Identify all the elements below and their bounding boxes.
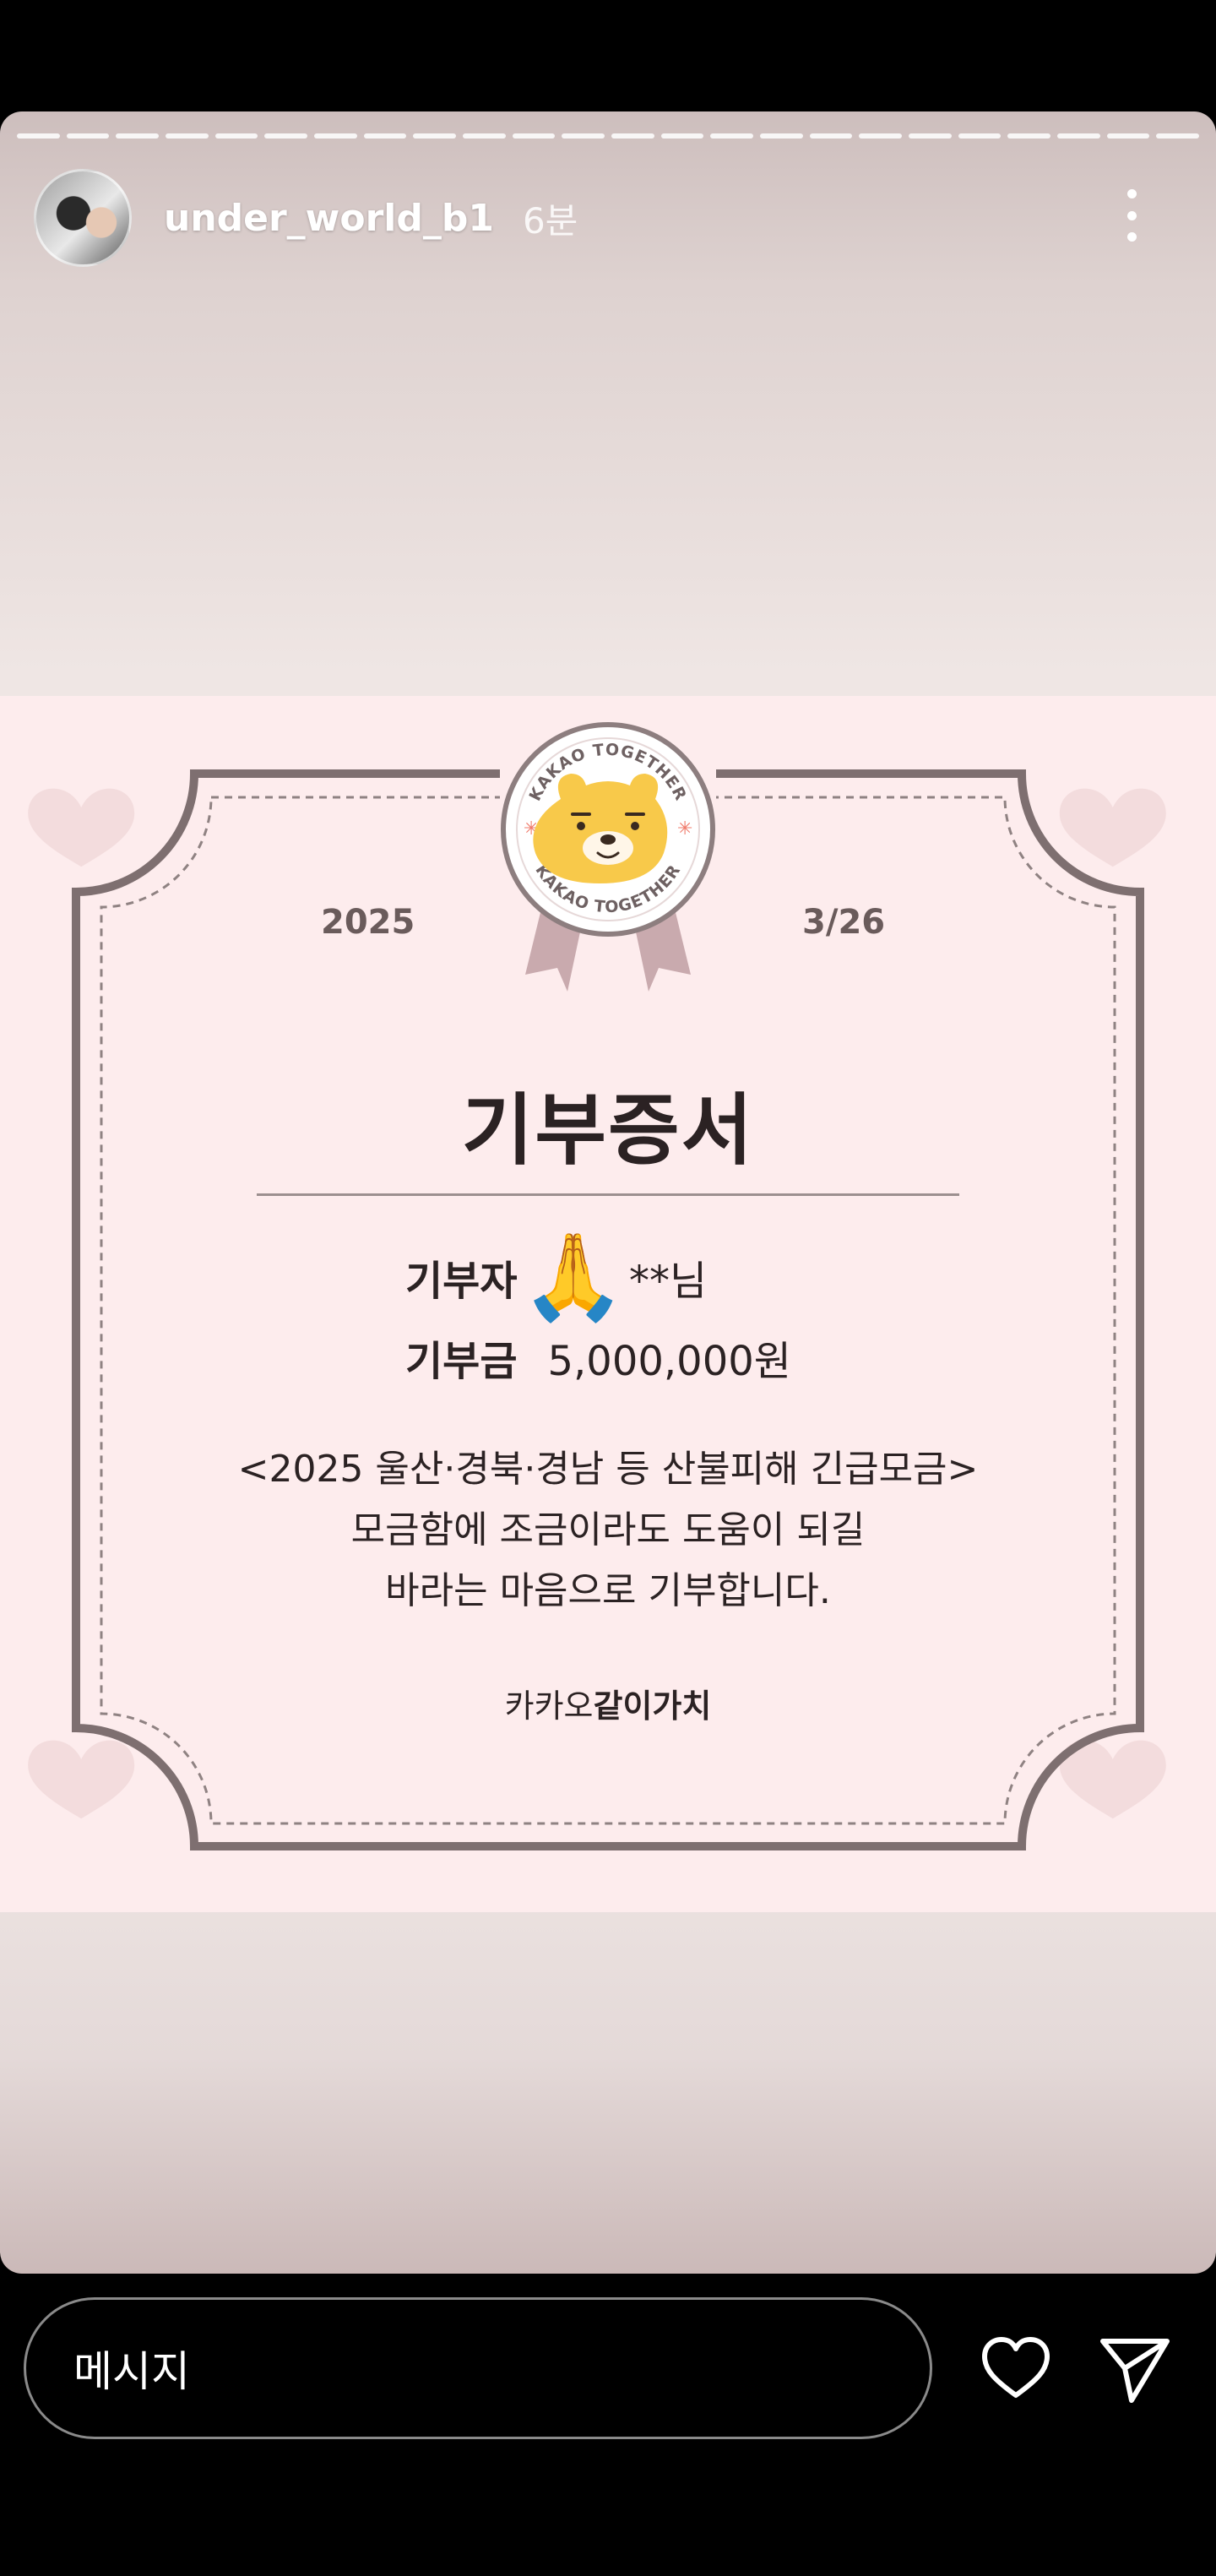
brand-light: 카카오 [504, 1687, 594, 1725]
story-reply-bar: 메시지 [0, 2297, 1216, 2449]
message-input[interactable]: 메시지 [24, 2297, 932, 2439]
progress-segment [214, 133, 258, 139]
heart-icon[interactable] [978, 2331, 1054, 2407]
progress-segment [1106, 133, 1150, 139]
progress-segment [314, 133, 357, 139]
progress-segment [909, 133, 952, 139]
progress-segment [166, 133, 209, 139]
amount-label: 기부금 [405, 1338, 518, 1385]
certificate-date: 3/26 [802, 903, 886, 942]
username[interactable]: under_world_b1 [164, 197, 494, 240]
story-header: under_world_b1 6분 [34, 167, 1182, 269]
progress-segment [264, 133, 308, 139]
title-divider [257, 1193, 959, 1196]
donor-row: 기부자 🙏 **님 [405, 1226, 707, 1328]
message-line: 모금함에 조금이라도 도움이 되길 [350, 1508, 866, 1552]
story-progress-bar [17, 133, 1200, 139]
amount-value: 5,000,000원 [547, 1338, 791, 1385]
donor-label: 기부자 [405, 1258, 518, 1305]
progress-segment [1057, 133, 1100, 139]
amount-row: 기부금 5,000,000원 [405, 1319, 791, 1395]
progress-segment [512, 133, 556, 139]
brand-bold: 같이가치 [593, 1687, 712, 1725]
progress-segment [363, 133, 407, 139]
story-viewer[interactable]: under_world_b1 6분 KAKAO TOGETHER KAKAO T… [0, 111, 1216, 2274]
avatar[interactable] [34, 169, 132, 267]
progress-segment [958, 133, 1002, 139]
send-icon[interactable] [1096, 2331, 1172, 2407]
message-line: 바라는 마음으로 기부합니다. [385, 1569, 831, 1612]
progress-segment [66, 133, 110, 139]
svg-text:✳: ✳ [677, 818, 692, 840]
progress-segment [660, 133, 704, 139]
progress-segment [562, 133, 605, 139]
progress-segment [413, 133, 457, 139]
progress-segment [463, 133, 506, 139]
message-placeholder: 메시지 [73, 2347, 190, 2396]
kakao-together-badge: KAKAO TOGETHER KAKAO TOGETHER ✳ ✳ [500, 721, 716, 1008]
donation-certificate: KAKAO TOGETHER KAKAO TOGETHER ✳ ✳ 2025 3… [0, 696, 1216, 1912]
more-options-icon[interactable] [1115, 186, 1148, 245]
donor-name: **님 [629, 1258, 708, 1305]
progress-segment [710, 133, 754, 139]
certificate-year: 2025 [321, 903, 415, 942]
praying-hands-icon: 🙏 [520, 1227, 626, 1326]
progress-segment [859, 133, 903, 139]
donation-message: <2025 울산·경북·경남 등 산불피해 긴급모금> 모금함에 조금이라도 도… [0, 1439, 1216, 1622]
progress-segment [116, 133, 160, 139]
progress-segment [809, 133, 853, 139]
progress-segment [760, 133, 803, 139]
progress-segment [1007, 133, 1051, 139]
progress-segment [1156, 133, 1200, 139]
story-timestamp: 6분 [522, 199, 578, 242]
certificate-title: 기부증서 [461, 1085, 755, 1176]
message-line: <2025 울산·경북·경남 등 산불피해 긴급모금> [237, 1448, 979, 1491]
kakao-brand-logo: 카카오같이가치 [0, 1680, 1216, 1726]
progress-segment [611, 133, 654, 139]
progress-segment [17, 133, 60, 139]
